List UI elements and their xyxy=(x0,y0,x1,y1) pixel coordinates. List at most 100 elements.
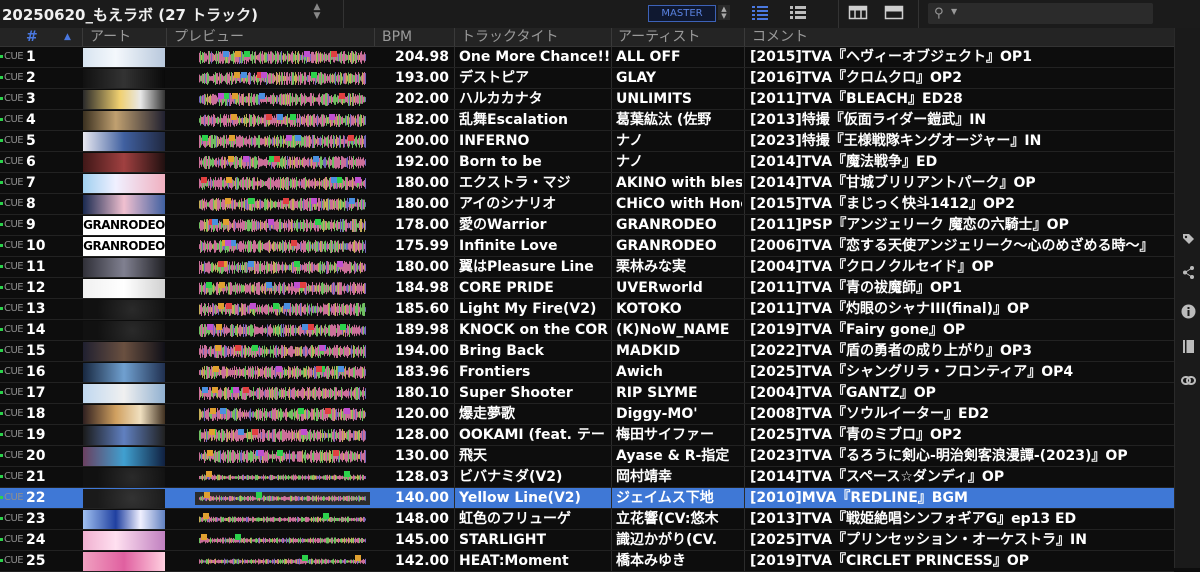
table-row[interactable]: CUE 14 189.98 KNOCK on the COR (K)NoW_NAME [2… xyxy=(0,320,1174,341)
table-row[interactable]: CUE 25 142.00 HEAT:Moment 橋本みゆき [2019]TVA『CIR… xyxy=(0,551,1174,572)
track-comment: [2014]TVA『甘城ブリリアントパーク』OP xyxy=(750,175,1036,191)
waveform-preview[interactable] xyxy=(195,72,370,85)
column-preview[interactable]: プレビュー xyxy=(174,28,244,46)
track-title: CORE PRIDE xyxy=(459,280,554,296)
column-number[interactable]: # xyxy=(26,28,38,46)
table-row[interactable]: CUE 24 145.00 STARLIGHT 識辺かがり(CV. [2025]TVA『プ… xyxy=(0,530,1174,551)
column-artist[interactable]: アーティスト xyxy=(618,28,700,46)
table-row[interactable]: CUE 8 180.00 アイのシナリオ CHiCO with Hone [2015]TV… xyxy=(0,194,1174,215)
table-row[interactable]: CUE 3 202.00 ハルカカナタ UNLIMITS [2011]TVA『BLEACH… xyxy=(0,89,1174,110)
waveform-preview[interactable] xyxy=(195,492,370,505)
master-button[interactable]: MASTER xyxy=(648,5,716,22)
table-row[interactable]: CUE 6 192.00 Born to be ナノ [2014]TVA『魔法戦争』ED xyxy=(0,152,1174,173)
column-title[interactable]: トラックタイト xyxy=(461,28,558,46)
list-view-icon[interactable] xyxy=(750,4,770,21)
track-comment: [2015]TVA『まじっく快斗1412』OP2 xyxy=(750,196,1015,212)
master-stepper-icon[interactable]: ▲ ▼ xyxy=(718,5,730,20)
waveform-preview[interactable] xyxy=(195,513,370,526)
column-bpm[interactable]: BPM xyxy=(382,28,412,46)
waveform-preview[interactable] xyxy=(195,324,370,337)
waveform-preview[interactable] xyxy=(195,303,370,316)
divider xyxy=(744,68,745,88)
table-row[interactable]: CUE 7 180.00 エクストラ・マジ AKINO with bles [2014]T… xyxy=(0,173,1174,194)
column-artwork[interactable]: アート xyxy=(90,28,131,46)
track-comment: [2013]特撮『仮面ライダー鎧武』IN xyxy=(750,112,987,128)
divider xyxy=(454,215,455,235)
waveform-preview[interactable] xyxy=(195,282,370,295)
table-row[interactable]: CUE 10 GRANRODEO 175.99 Infinite Love GRANROD… xyxy=(0,236,1174,257)
divider xyxy=(744,467,745,487)
waveform-preview[interactable] xyxy=(195,408,370,421)
waveform-preview[interactable] xyxy=(195,156,370,169)
tag-icon[interactable] xyxy=(1181,232,1196,247)
track-bpm: 194.00 xyxy=(394,343,449,359)
table-row[interactable]: CUE 16 183.96 Frontiers Awich [2025]TVA『シャングリ… xyxy=(0,362,1174,383)
cue-indicator: CUE xyxy=(0,110,24,130)
updown-arrows-icon[interactable]: ▲ ▼ xyxy=(310,3,324,21)
waveform-preview[interactable] xyxy=(195,177,370,190)
artwork-thumbnail xyxy=(83,258,165,277)
table-row[interactable]: CUE 18 120.00 爆走夢歌 Diggy-MO' [2008]TVA『ソウルイータ… xyxy=(0,404,1174,425)
track-comment: [2006]TVA『恋する天使アンジェリーク〜心のめざめる時〜』 xyxy=(750,238,1154,254)
table-row[interactable]: CUE 13 185.60 Light My Fire(V2) KOTOKO [2011]… xyxy=(0,299,1174,320)
notebook-icon[interactable] xyxy=(1181,339,1196,354)
waveform-preview[interactable] xyxy=(195,219,370,232)
column-comment[interactable]: コメント xyxy=(752,28,808,46)
waveform-preview[interactable] xyxy=(195,450,370,463)
divider xyxy=(454,425,455,445)
track-artist: (K)NoW_NAME xyxy=(616,322,730,338)
artwork-thumbnail xyxy=(83,279,165,298)
divider xyxy=(611,236,612,256)
waveform-preview[interactable] xyxy=(195,471,370,484)
divider xyxy=(744,194,745,214)
waveform-preview[interactable] xyxy=(195,198,370,211)
waveform-preview[interactable] xyxy=(195,114,370,127)
waveform-preview[interactable] xyxy=(195,51,370,64)
browser-layout-icon[interactable] xyxy=(848,4,868,21)
divider xyxy=(611,131,612,151)
waveform-preview[interactable] xyxy=(195,366,370,379)
cue-indicator: CUE xyxy=(0,467,24,487)
track-bpm: 192.00 xyxy=(394,154,449,170)
waveform-preview[interactable] xyxy=(195,345,370,358)
track-title: Yellow Line(V2) xyxy=(459,490,581,506)
link-icon[interactable] xyxy=(1181,373,1196,388)
table-row[interactable]: CUE 20 130.00 飛天 Ayase & R-指定 [2023]TVA『るろうに剣… xyxy=(0,446,1174,467)
waveform-preview[interactable] xyxy=(195,387,370,400)
table-row[interactable]: CUE 23 148.00 虹色のフリューゲ 立花響(CV:悠木 [2013]TVA『戦姫… xyxy=(0,509,1174,530)
waveform-preview[interactable] xyxy=(195,534,370,547)
info-icon[interactable] xyxy=(1181,304,1196,319)
waveform-preview[interactable] xyxy=(195,429,370,442)
panel-layout-icon[interactable] xyxy=(884,4,904,21)
detail-list-icon[interactable] xyxy=(788,4,808,21)
waveform-preview[interactable] xyxy=(195,555,370,568)
table-row[interactable]: CUE 11 180.00 翼はPleasure Line 栗林みな実 [2004]TVA… xyxy=(0,257,1174,278)
waveform-preview[interactable] xyxy=(195,261,370,274)
table-row[interactable]: CUE 17 180.10 Super Shooter RIP SLYME [2004]T… xyxy=(0,383,1174,404)
table-row[interactable]: CUE 22 140.00 Yellow Line(V2) ジェイムス下地 [2010]M… xyxy=(0,488,1174,509)
track-number: 22 xyxy=(26,490,46,506)
track-title: アイのシナリオ xyxy=(459,196,557,212)
track-comment: [2025]TVA『青のミブロ』OP2 xyxy=(750,427,962,443)
table-row[interactable]: CUE 15 194.00 Bring Back MADKID [2022]TVA『盾の勇… xyxy=(0,341,1174,362)
divider xyxy=(454,320,455,340)
table-row[interactable]: CUE 4 182.00 乱舞Escalation 葛葉紘汰 (佐野 [2013]特撮『仮… xyxy=(0,110,1174,131)
divider xyxy=(744,341,745,361)
divider xyxy=(744,89,745,109)
track-number: 5 xyxy=(26,133,36,149)
divider xyxy=(611,47,612,67)
table-row[interactable]: CUE 5 200.00 INFERNO ナノ [2023]特撮『王様戦隊キングオージャー… xyxy=(0,131,1174,152)
waveform-preview[interactable] xyxy=(195,135,370,148)
waveform-preview[interactable] xyxy=(195,93,370,106)
table-row[interactable]: CUE 19 128.00 OOKAMI (feat. テー 梅田サイファー [2025]… xyxy=(0,425,1174,446)
table-row[interactable]: CUE 9 GRANRODEO 178.00 愛のWarrior GRANRODEO [20… xyxy=(0,215,1174,236)
share-nodes-icon[interactable] xyxy=(1181,265,1196,280)
table-row[interactable]: CUE 12 184.98 CORE PRIDE UVERworld [2011]TVA『… xyxy=(0,278,1174,299)
waveform-preview[interactable] xyxy=(195,240,370,253)
table-row[interactable]: CUE 2 193.00 デストピア GLAY [2016]TVA『クロムクロ』OP2 xyxy=(0,68,1174,89)
table-row[interactable]: CUE 21 128.03 ビバナミダ(V2) 岡村靖幸 [2014]TVA『スペース☆ダ… xyxy=(0,467,1174,488)
sort-ascending-icon[interactable]: ▲ xyxy=(64,28,71,46)
divider xyxy=(611,28,612,46)
search-input[interactable]: ⚲ ▼ xyxy=(928,3,1153,24)
table-row[interactable]: CUE 1 204.98 One More Chance!! ALL OFF [2015]… xyxy=(0,47,1174,68)
